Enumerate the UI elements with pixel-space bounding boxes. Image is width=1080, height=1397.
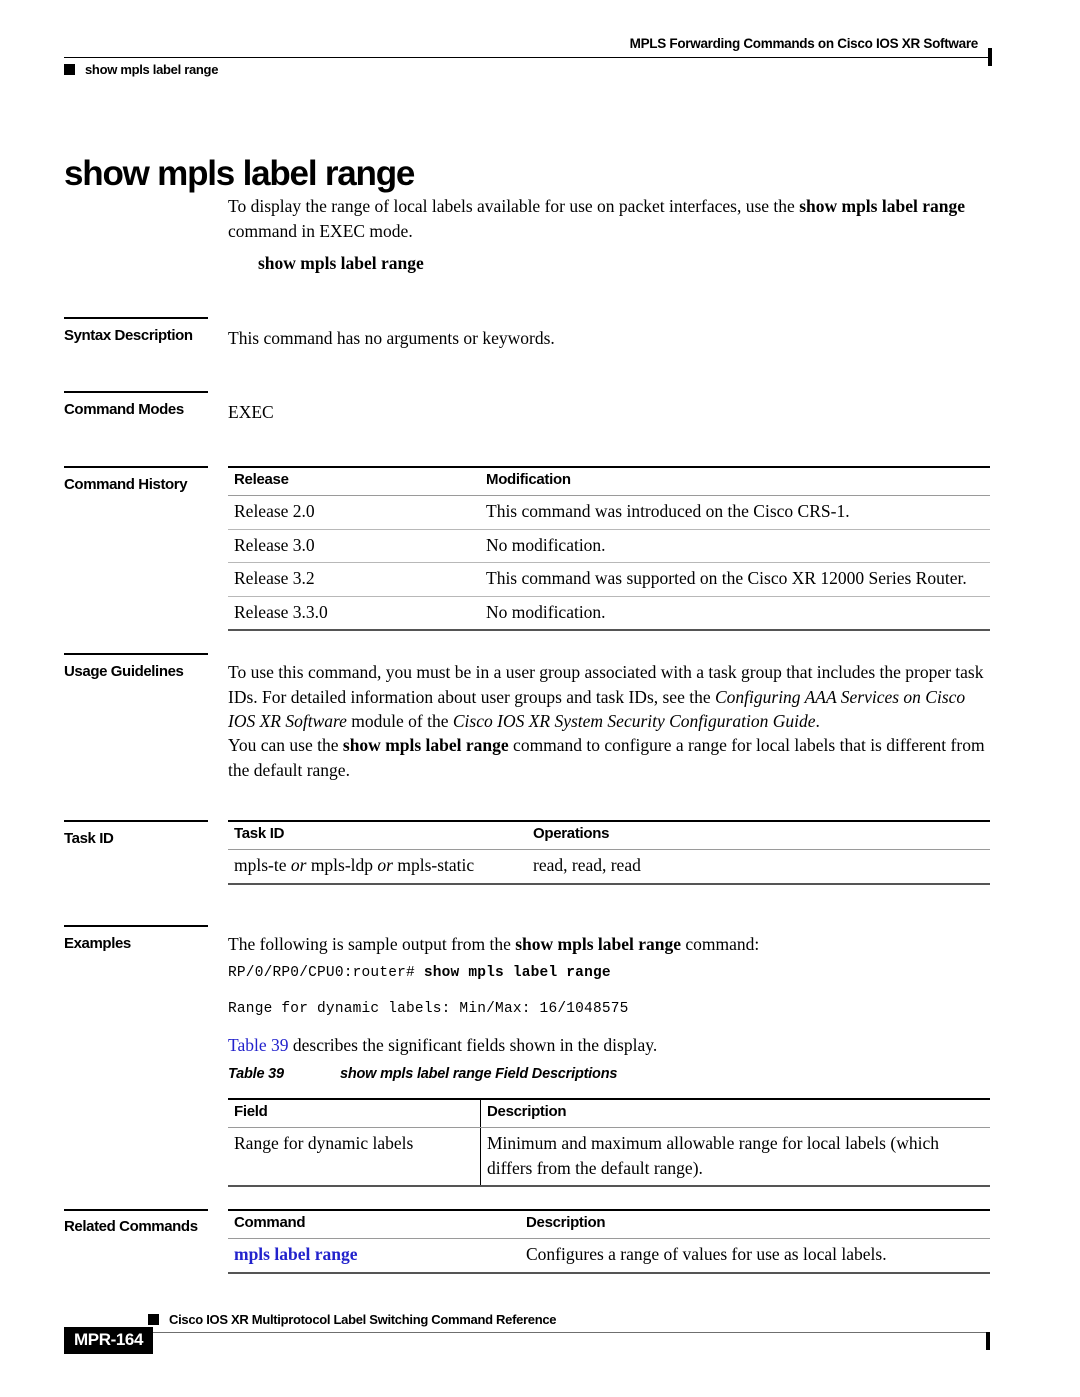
header-edge-tick [988, 48, 992, 66]
field-descriptions-table: Field Description Range for dynamic labe… [228, 1098, 990, 1187]
task-id-or-2: or [377, 855, 393, 875]
command-modes-rule [64, 391, 208, 393]
release-value: Release 2.0 [228, 495, 480, 530]
command-history-table: Release Modification Release 2.0 This co… [228, 466, 990, 631]
column-header-field: Field [228, 1098, 481, 1128]
table-39-caption: Table 39 show mpls label range Field Desc… [228, 1066, 617, 1082]
intro-command-name: show mpls label range [799, 196, 965, 216]
field-value: Range for dynamic labels [228, 1127, 481, 1187]
examples-text-b: command: [681, 934, 760, 954]
related-command-link[interactable]: mpls label range [234, 1244, 357, 1264]
task-id-part-a: mpls-te [234, 855, 291, 875]
task-id-rule [64, 820, 208, 822]
usage-italic-guide: Cisco IOS XR System Security Configurati… [452, 711, 816, 731]
section-label-task-id: Task ID [64, 830, 114, 847]
modification-value: This command was supported on the Cisco … [480, 562, 990, 597]
task-id-value: mpls-te or mpls-ldp or mpls-static [228, 849, 527, 885]
modification-value: This command was introduced on the Cisco… [480, 495, 990, 530]
table-row: Release 3.3.0 No modification. [228, 596, 990, 631]
example-output-line: Range for dynamic labels: Min/Max: 16/10… [228, 1001, 629, 1017]
square-bullet-icon [64, 64, 75, 75]
usage-guidelines-rule [64, 653, 208, 655]
page-title: show mpls label range [64, 154, 415, 194]
table-39-link[interactable]: Table 39 [228, 1035, 289, 1055]
caption-number: Table 39 [228, 1066, 284, 1082]
column-header-command: Command [228, 1209, 520, 1239]
task-id-part-b: mpls-ldp [306, 855, 378, 875]
table-row: Range for dynamic labels Minimum and max… [228, 1127, 990, 1187]
footer-edge-tick [986, 1332, 990, 1350]
cli-prompt: RP/0/RP0/CPU0:router# [228, 965, 424, 981]
section-label-related-commands: Related Commands [64, 1218, 198, 1235]
table-reference-text: describes the significant fields shown i… [288, 1035, 658, 1055]
release-value: Release 3.2 [228, 562, 480, 597]
page-footer: Cisco IOS XR Multiprotocol Label Switchi… [64, 1310, 992, 1370]
modification-value: No modification. [480, 529, 990, 563]
footer-rule [150, 1332, 990, 1333]
table-row: Release 3.2 This command was supported o… [228, 562, 990, 597]
square-bullet-icon [148, 1314, 159, 1325]
usage-guidelines-paragraph-2: You can use the show mpls label range co… [228, 733, 990, 782]
section-label-usage-guidelines: Usage Guidelines [64, 663, 184, 680]
command-history-rule [64, 466, 208, 468]
field-description-value: Minimum and maximum allowable range for … [480, 1127, 990, 1187]
column-header-description: Description [520, 1209, 990, 1239]
table-reference-sentence: Table 39 describes the significant field… [228, 1033, 990, 1058]
usage-text-b: module of the [346, 711, 453, 731]
column-header-operations: Operations [527, 820, 990, 850]
table-row: mpls-te or mpls-ldp or mpls-static read,… [228, 849, 990, 885]
page-header: MPLS Forwarding Commands on Cisco IOS XR… [64, 36, 992, 86]
section-label-syntax-description: Syntax Description [64, 327, 193, 344]
examples-rule [64, 925, 208, 927]
section-label-examples: Examples [64, 935, 131, 952]
intro-text-part2: command in EXEC mode. [228, 220, 413, 241]
example-command-line: RP/0/RP0/CPU0:router# show mpls label ra… [228, 965, 611, 981]
task-id-part-c: mpls-static [392, 855, 475, 875]
footer-book-title: Cisco IOS XR Multiprotocol Label Switchi… [169, 1312, 557, 1327]
table-row: mpls label range Configures a range of v… [228, 1238, 990, 1274]
page-number-badge: MPR-164 [64, 1327, 154, 1354]
release-value: Release 3.0 [228, 529, 480, 563]
intro-paragraph: To display the range of local labels ava… [228, 194, 990, 243]
examples-intro: The following is sample output from the … [228, 932, 990, 957]
header-rule [64, 57, 991, 58]
operations-value: read, read, read [527, 849, 990, 885]
section-label-command-history: Command History [64, 476, 188, 493]
examples-command-name: show mpls label range [515, 934, 682, 954]
column-header-modification: Modification [480, 466, 990, 496]
caption-text: show mpls label range Field Descriptions [340, 1066, 618, 1082]
header-title: MPLS Forwarding Commands on Cisco IOS XR… [629, 36, 979, 51]
related-command-description: Configures a range of values for use as … [520, 1238, 990, 1274]
task-id-or-1: or [290, 855, 307, 875]
examples-text-a: The following is sample output from the [228, 934, 516, 954]
task-id-table: Task ID Operations mpls-te or mpls-ldp o… [228, 820, 990, 885]
command-syntax-line: show mpls label range [258, 253, 424, 273]
modification-value: No modification. [480, 596, 990, 631]
command-modes-body: EXEC [228, 402, 274, 422]
syntax-description-rule [64, 317, 208, 319]
table-header-row: Command Description [228, 1209, 990, 1239]
column-header-release: Release [228, 466, 480, 496]
intro-text-part1: To display the range of local labels ava… [228, 196, 800, 216]
usage2-text-a: You can use the [228, 735, 343, 755]
related-command-cell: mpls label range [228, 1238, 520, 1274]
usage2-command-name: show mpls label range [342, 735, 509, 755]
usage-text-c: . [815, 711, 820, 731]
column-header-task-id: Task ID [228, 820, 527, 850]
section-label-command-modes: Command Modes [64, 401, 184, 418]
cli-command: show mpls label range [423, 965, 611, 981]
table-row: Release 2.0 This command was introduced … [228, 495, 990, 530]
release-value: Release 3.3.0 [228, 596, 480, 631]
related-commands-rule [64, 1209, 208, 1211]
related-commands-table: Command Description mpls label range Con… [228, 1209, 990, 1274]
column-header-description: Description [480, 1098, 990, 1128]
header-running-head: show mpls label range [85, 62, 219, 77]
table-header-row: Release Modification [228, 466, 990, 496]
table-header-row: Field Description [228, 1098, 990, 1128]
table-header-row: Task ID Operations [228, 820, 990, 850]
syntax-description-body: This command has no arguments or keyword… [228, 328, 555, 348]
usage-guidelines-paragraph-1: To use this command, you must be in a us… [228, 660, 990, 734]
table-row: Release 3.0 No modification. [228, 529, 990, 563]
